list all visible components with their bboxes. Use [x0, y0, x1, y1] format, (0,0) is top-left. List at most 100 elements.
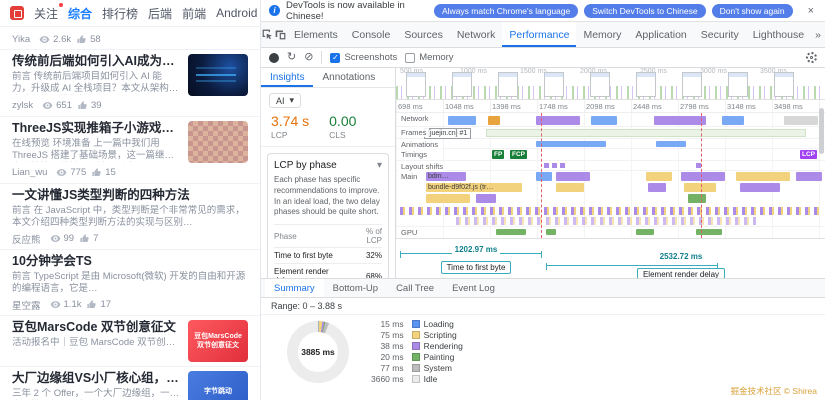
nav-comprehensive[interactable]: 综合: [68, 5, 92, 22]
chevron-up-icon[interactable]: ▾: [377, 160, 382, 171]
tab-insights[interactable]: Insights: [261, 68, 313, 87]
fp-marker[interactable]: FP: [492, 150, 504, 159]
tab-call-tree[interactable]: Call Tree: [387, 279, 443, 297]
track-network[interactable]: Network: [396, 113, 825, 127]
article-thumbnail[interactable]: [188, 121, 248, 163]
article-title[interactable]: 大厂边缘组VS小厂核心组，要怎么选?: [12, 371, 180, 386]
tab-security[interactable]: Security: [694, 22, 746, 47]
table-row[interactable]: Time to first byte 32%: [274, 248, 382, 264]
lcp-by-phase-card[interactable]: LCP by phase ▾ Each phase has specific r…: [267, 153, 389, 278]
timeline-tracks[interactable]: Network Frames [juejin.cn] #1: [396, 113, 825, 239]
track-gpu[interactable]: GPU: [396, 227, 825, 239]
filmstrip-screenshot[interactable]: [406, 72, 426, 97]
screenshots-checkbox[interactable]: ✓ Screenshots: [330, 52, 397, 63]
switch-chinese-button[interactable]: Switch DevTools to Chinese: [584, 4, 705, 18]
filmstrip-screenshot[interactable]: [636, 72, 656, 97]
nav-android[interactable]: Android: [216, 6, 257, 20]
flame-task: [688, 194, 706, 203]
table-row[interactable]: Element render delay 68%: [274, 264, 382, 278]
filmstrip-screenshot[interactable]: [452, 72, 472, 97]
timeline-scrollbar[interactable]: [819, 108, 824, 154]
list-item[interactable]: 大厂边缘组VS小厂核心组，要怎么选? 三年 2 个 Offer，一个大厂边缘组，…: [0, 367, 260, 400]
author-name[interactable]: Lian_wu: [12, 167, 47, 178]
lcp-metric[interactable]: 3.74 s LCP: [271, 113, 309, 140]
record-button[interactable]: [269, 53, 279, 63]
timeline-area[interactable]: 500 ms 1000 ms 1500 ms 2000 ms 2500 ms 3…: [396, 68, 825, 278]
more-tabs-icon[interactable]: »: [811, 22, 825, 47]
list-item[interactable]: ThreeJS实现推箱子小游戏【二】 在线预览 环境准备 上一篇中我们用 Thr…: [0, 117, 260, 184]
timeline-overview[interactable]: 500 ms 1000 ms 1500 ms 2000 ms 2500 ms 3…: [396, 68, 825, 100]
tab-lighthouse[interactable]: Lighthouse: [746, 22, 811, 47]
flame-task[interactable]: bdm…: [426, 172, 466, 181]
timeline-ruler[interactable]: 698 ms 1048 ms 1398 ms 1748 ms 2098 ms 2…: [396, 100, 825, 113]
article-thumbnail[interactable]: [188, 54, 248, 96]
nav-ranking[interactable]: 排行榜: [102, 5, 138, 22]
article-thumbnail[interactable]: 字节跳动: [188, 371, 248, 400]
article-title[interactable]: 豆包MarsCode 双节创意征文: [12, 320, 180, 335]
lcp-marker[interactable]: LCP: [800, 150, 817, 159]
tab-application[interactable]: Application: [628, 22, 693, 47]
legend-item: Loading: [412, 319, 463, 329]
filmstrip-screenshot[interactable]: [544, 72, 564, 97]
reload-record-icon[interactable]: ↻: [287, 52, 296, 63]
list-item[interactable]: 传统前后端如何引入AI成为AI全栈项目？... 前言 传统前后端项目如何引入 A…: [0, 50, 260, 117]
dont-show-again-button[interactable]: Don't show again: [712, 4, 793, 18]
track-main-thread[interactable]: Main bdm… bundle-d9f02f.js (tr…: [396, 171, 825, 227]
author-name[interactable]: zylsk: [12, 100, 33, 111]
gpu-task: [696, 229, 722, 235]
clear-icon[interactable]: ⊘: [304, 52, 313, 63]
list-item[interactable]: 一文讲懂JS类型判断的四种方法 前言 在 JavaScript 中，类型判断是个…: [0, 184, 260, 250]
device-toolbar-icon[interactable]: [274, 22, 287, 47]
tab-summary[interactable]: Summary: [265, 279, 324, 297]
article-title[interactable]: 传统前后端如何引入AI成为AI全栈项目？...: [12, 54, 180, 69]
match-language-button[interactable]: Always match Chrome's language: [434, 4, 578, 18]
article-title[interactable]: 一文讲懂JS类型判断的四种方法: [12, 188, 248, 203]
filmstrip-screenshot[interactable]: [590, 72, 610, 97]
author-name[interactable]: 反应熊: [12, 232, 41, 246]
filmstrip-screenshot[interactable]: [774, 72, 794, 97]
tab-performance[interactable]: Performance: [502, 22, 576, 47]
tab-event-log[interactable]: Event Log: [443, 279, 504, 297]
tab-annotations[interactable]: Annotations: [313, 68, 384, 87]
tab-elements[interactable]: Elements: [287, 22, 345, 47]
nav-backend[interactable]: 后端: [148, 5, 172, 22]
filmstrip-screenshot[interactable]: [728, 72, 748, 97]
inspect-icon[interactable]: [261, 22, 274, 47]
track-label: Frames: [398, 128, 429, 137]
article-thumbnail[interactable]: 豆包MarsCode 双节创意征文: [188, 320, 248, 362]
track-frames[interactable]: Frames [juejin.cn] #1: [396, 127, 825, 139]
capture-settings-gear-icon[interactable]: [806, 52, 817, 63]
summary-range: Range: 0 – 3.88 s: [261, 298, 825, 315]
insights-filter-dropdown[interactable]: AI ▾: [269, 93, 301, 108]
cls-metric[interactable]: 0.00 CLS: [329, 113, 356, 140]
tab-bottom-up[interactable]: Bottom-Up: [324, 279, 387, 297]
list-item[interactable]: 10分钟学会TS 前言 TypeScript 是由 Microsoft(微软) …: [0, 250, 260, 316]
track-layout-shifts[interactable]: Layout shifts: [396, 161, 825, 171]
annotation-label[interactable]: Time to first byte: [441, 261, 512, 274]
filmstrip-screenshot[interactable]: [498, 72, 518, 97]
article-title[interactable]: 10分钟学会TS: [12, 254, 248, 269]
tab-sources[interactable]: Sources: [397, 22, 450, 47]
like-count: 17: [100, 299, 111, 310]
memory-checkbox[interactable]: Memory: [405, 52, 453, 63]
activity-icon[interactable]: [10, 6, 24, 20]
list-item-meta[interactable]: Yika 2.6k 58: [0, 27, 260, 50]
list-item[interactable]: 豆包MarsCode 双节创意征文 活动报名中｜豆包 MarsCode 双节创意…: [0, 316, 260, 367]
author-name[interactable]: 星空露: [12, 298, 41, 312]
author-name[interactable]: Yika: [12, 34, 30, 45]
annotation-label[interactable]: Element render delay: [637, 268, 725, 278]
annotation[interactable]: 2532.72 ms Element render delay: [611, 246, 751, 278]
fcp-marker[interactable]: FCP: [510, 150, 527, 159]
track-timings[interactable]: Timings FP FCP LCP: [396, 149, 825, 161]
flame-task[interactable]: bundle-d9f02f.js (tr…: [426, 183, 522, 192]
tab-network[interactable]: Network: [450, 22, 503, 47]
annotation[interactable]: 1202.97 ms Time to first byte: [416, 239, 536, 275]
nav-follow[interactable]: 关注: [34, 5, 58, 22]
filmstrip-screenshot[interactable]: [682, 72, 702, 97]
tab-memory[interactable]: Memory: [576, 22, 628, 47]
track-animations[interactable]: Animations: [396, 139, 825, 149]
tab-console[interactable]: Console: [345, 22, 398, 47]
close-notification-icon[interactable]: ×: [805, 5, 817, 17]
article-title[interactable]: ThreeJS实现推箱子小游戏【二】: [12, 121, 180, 136]
nav-frontend[interactable]: 前端: [182, 5, 206, 22]
